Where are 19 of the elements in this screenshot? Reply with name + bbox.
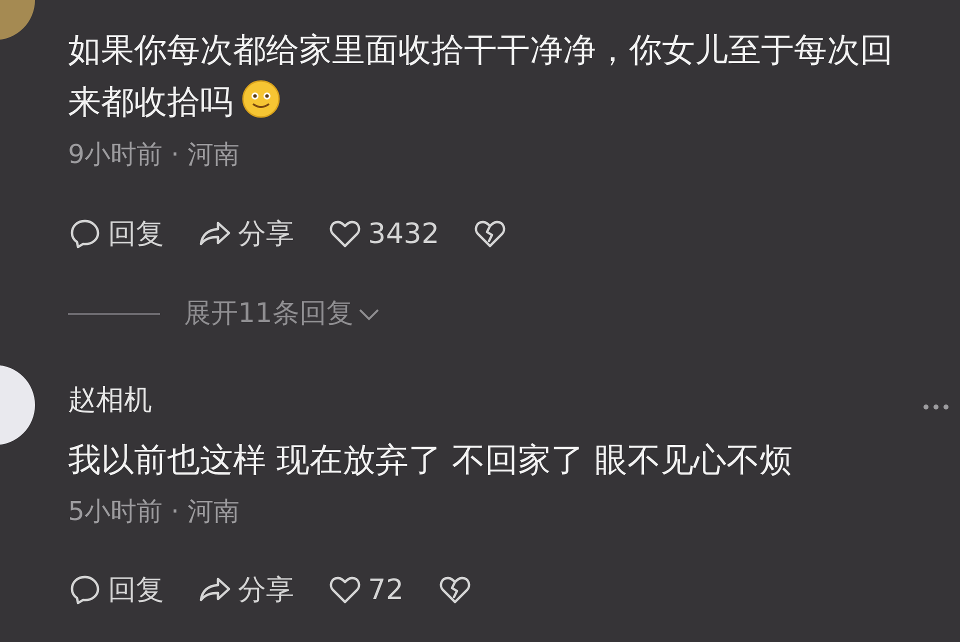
share-button[interactable]: 分享 xyxy=(198,569,294,611)
separator-dot: · xyxy=(170,140,180,170)
comment-location: 河南 xyxy=(187,497,240,527)
share-button[interactable]: 分享 xyxy=(198,213,294,255)
expand-replies-link[interactable]: 展开11条回复 xyxy=(184,294,382,334)
username[interactable]: 赵相机 xyxy=(68,383,152,416)
comment-icon xyxy=(68,217,102,251)
comment-text: 如果你每次都给家里面收拾干干净净，你女儿至于每次回来都收拾吗 xyxy=(68,30,893,121)
separator-dot: · xyxy=(170,497,180,527)
like-button[interactable]: 72 xyxy=(328,569,404,611)
more-icon[interactable] xyxy=(922,403,950,411)
reply-button[interactable]: 回复 xyxy=(68,569,164,611)
comment-time: 9小时前 xyxy=(68,140,163,170)
comment-location: 河南 xyxy=(187,140,240,170)
comment-icon xyxy=(68,573,102,607)
like-button[interactable]: 3432 xyxy=(328,213,440,255)
reply-button[interactable]: 回复 xyxy=(68,213,164,255)
comment-text: 我以前也这样 现在放弃了 不回家了 眼不见心不烦 xyxy=(68,440,792,479)
comment-time: 5小时前 xyxy=(68,497,163,527)
